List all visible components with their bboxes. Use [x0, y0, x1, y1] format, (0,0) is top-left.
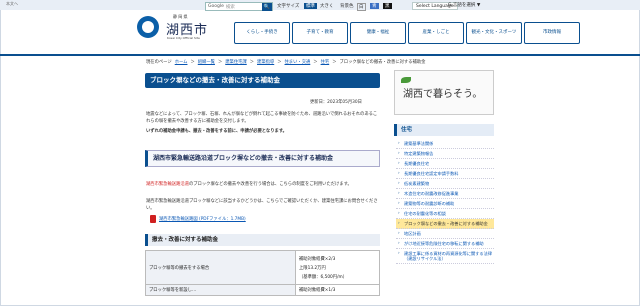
- breadcrumb-dept[interactable]: 建築住宅課: [225, 59, 246, 65]
- limit-text: 上限13.2万円: [299, 265, 326, 271]
- logo-english: Kosai City Official Site: [167, 36, 200, 40]
- subsidy-table: ブロック塀等の撤去をする場合 補助対象経費×2/3 上限13.2万円 （基準額：…: [145, 250, 380, 296]
- site-logo[interactable]: 静 岡 県 湖西市 Kosai City Official Site: [137, 14, 237, 44]
- nav-citygov[interactable]: 市政情報: [524, 22, 580, 44]
- sidebar-item[interactable]: 特定建築物報告: [396, 149, 494, 159]
- sidebar-item[interactable]: 建設工事に係る資材の再資源化等に関する法律（建設リサイクル法）: [396, 249, 494, 264]
- nav-health[interactable]: 健康・福祉: [350, 22, 406, 44]
- sidebar-item[interactable]: 建築物等の耐震診断の補助: [396, 199, 494, 209]
- base-text: （基準額：6,500円/m）: [299, 274, 348, 280]
- bg-color-label: 背景色: [340, 4, 354, 9]
- pdf-icon: [150, 215, 156, 223]
- sidebar-item[interactable]: 建築基準法関係: [396, 139, 494, 149]
- language-select[interactable]: G 言語を選択 ▼: [448, 2, 480, 8]
- city-emblem-icon: [137, 16, 159, 38]
- breadcrumb-current: ブロック塀などの撤去・改善に対する補助金: [339, 60, 426, 65]
- pdf-link-row: 湖西市緊急輸送路図 (PDFファイル：1.7MB): [150, 215, 246, 223]
- sidebar-item[interactable]: 長期優良住宅: [396, 159, 494, 169]
- route-highlight: 湖西市緊急輸送路沿道: [146, 182, 189, 187]
- pdf-link[interactable]: 湖西市緊急輸送路図 (PDFファイル：1.7MB): [159, 216, 246, 222]
- breadcrumb-home[interactable]: ホーム: [175, 59, 188, 65]
- sidebar-item[interactable]: がけ地近接等危険住宅の移転に関する補助: [396, 239, 494, 249]
- breadcrumb-org[interactable]: 組織一覧: [198, 59, 215, 65]
- bg-black-button[interactable]: 黒: [383, 3, 392, 9]
- table-cell-label: ブロック塀等の撤去をする場合: [145, 250, 296, 285]
- font-size-normal-button[interactable]: 標準: [304, 3, 317, 9]
- banner-text: 湖西で暮らそう。: [403, 89, 483, 100]
- search-box[interactable]: Google 検索 🔍: [205, 2, 273, 11]
- table-cell-label: ブロック塀等を新設し…: [145, 284, 296, 296]
- breadcrumb-guidance[interactable]: 建築指導: [257, 59, 274, 65]
- page-title: ブロック塀などの撤去・改善に対する補助金: [145, 73, 380, 88]
- section-paragraph-1: 湖西市緊急輸送路沿道のブロック塀などの撤去や改善を行う場合は、こちらの制度をご利…: [146, 181, 378, 188]
- table-row: ブロック塀等を新設し… 補助対象経費×1/3: [145, 284, 380, 296]
- intro-text: 地震などによって、ブロック塀、石塀、れんが塀などが倒れて起こる事故を防ぐため、道…: [146, 112, 378, 124]
- promo-banner[interactable]: 湖西で暮らそう。: [394, 70, 494, 115]
- nav-life[interactable]: くらし・手続き: [234, 22, 290, 44]
- sidebar-item[interactable]: 長期優良住宅認定申請手数料: [396, 169, 494, 179]
- skip-link[interactable]: 本文へ: [6, 1, 18, 7]
- breadcrumb-living[interactable]: 住まい・交通: [285, 59, 311, 65]
- important-note: いずれの補助金申請も、撤去・改善をする前に、申請が必要となります。: [146, 129, 287, 134]
- section-heading: 湖西市緊急輸送路沿道ブロック塀などの撤去・改善に対する補助金: [145, 150, 380, 167]
- nav-industry[interactable]: 産業・しごと: [408, 22, 464, 44]
- search-brand: Google: [208, 4, 224, 9]
- table-cell-value: 補助対象経費×1/3: [295, 284, 380, 296]
- breadcrumb: 現在のページ ホーム＞ 組織一覧＞ 建築住宅課＞ 建築指導＞ 住まい・交通＞ 住…: [146, 59, 426, 65]
- updated-date: 更新日：2023年05月30日: [310, 100, 362, 105]
- bg-white-button[interactable]: 白: [357, 3, 366, 11]
- nav-tourism[interactable]: 観光・文化・スポーツ: [466, 22, 522, 44]
- rate-text: 補助対象経費×2/3: [299, 256, 336, 262]
- font-size-large-button[interactable]: 大きく: [320, 3, 334, 9]
- global-nav: くらし・手続き 子育て・教育 健康・福祉 産業・しごと 観光・文化・スポーツ 市…: [234, 22, 580, 44]
- section-paragraph-1-text: のブロック塀などの撤去や改善を行う場合は、こちらの制度をご利用いただけます。: [188, 182, 352, 187]
- section-paragraph-2: 湖西市緊急輸送路沿道ブロック塀などに該当するかどうかは、こちらでご確認いただくか…: [146, 199, 378, 211]
- sidebar-item[interactable]: 住宅の耐震化等の相談: [396, 209, 494, 219]
- sidebar-item[interactable]: 地区計画: [396, 229, 494, 239]
- search-icon[interactable]: 🔍: [262, 3, 272, 11]
- sidebar-title: 住宅: [394, 124, 494, 136]
- nav-childcare[interactable]: 子育て・教育: [292, 22, 348, 44]
- breadcrumb-label: 現在のページ: [146, 60, 172, 65]
- leaf-icon: [401, 77, 411, 83]
- header-divider: [0, 54, 640, 56]
- sidebar-item[interactable]: 木造住宅の耐震改修促進事業: [396, 189, 494, 199]
- bg-blue-button[interactable]: 青: [370, 3, 379, 9]
- breadcrumb-housing[interactable]: 住宅: [321, 59, 330, 65]
- table-row: ブロック塀等の撤去をする場合 補助対象経費×2/3 上限13.2万円 （基準額：…: [145, 250, 380, 285]
- sidebar-item[interactable]: 低炭素建築物: [396, 179, 494, 189]
- sidebar-item-active[interactable]: ブロック塀などの撤去・改善に対する補助金: [396, 219, 494, 229]
- search-input[interactable]: 検索: [224, 4, 235, 10]
- table-cell-value: 補助対象経費×2/3 上限13.2万円 （基準額：6,500円/m）: [295, 250, 380, 285]
- sidebar-list: 建築基準法関係 特定建築物報告 長期優良住宅 長期優良住宅認定申請手数料 低炭素…: [396, 139, 494, 264]
- subsection-heading: 撤去・改善に対する補助金: [145, 234, 380, 246]
- font-size-label: 文字サイズ: [277, 4, 300, 9]
